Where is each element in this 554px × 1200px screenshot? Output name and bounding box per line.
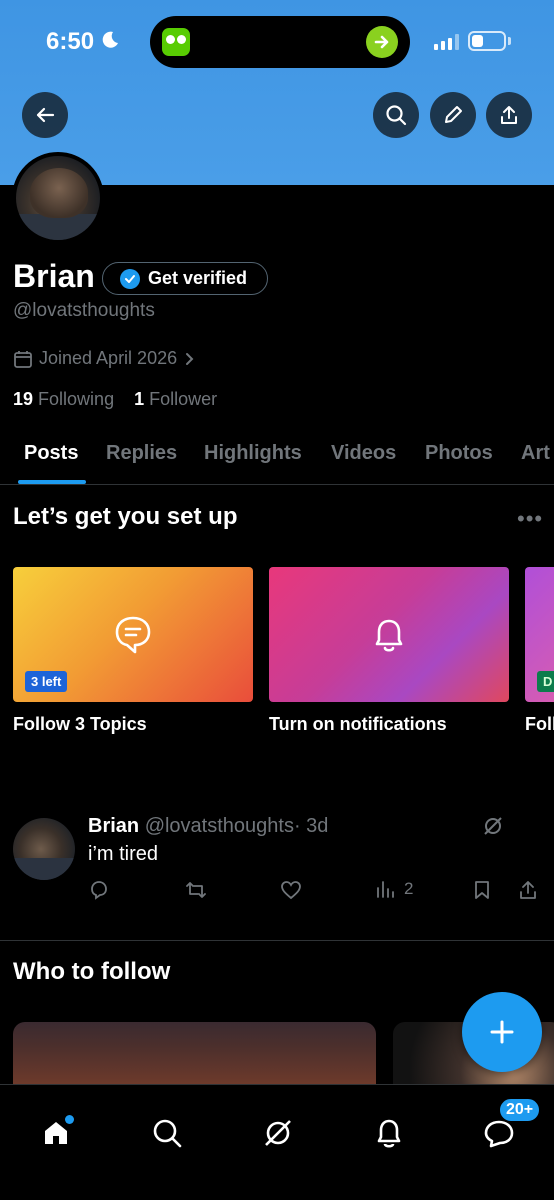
compose-button[interactable] (462, 992, 542, 1072)
followers-count: 1 (134, 389, 145, 409)
grok-icon (265, 1120, 291, 1146)
third-card-badge: D (537, 671, 554, 692)
views-count: 2 (404, 879, 414, 898)
views-bars-icon (377, 881, 394, 898)
repost-button[interactable] (184, 879, 208, 901)
tweet-text: i’m tired (88, 843, 159, 865)
heart-icon (281, 881, 301, 900)
tab-photos[interactable]: Photos (425, 442, 493, 465)
share-icon (501, 106, 517, 124)
repost-icon (186, 882, 206, 898)
third-setup-card[interactable]: D (525, 567, 554, 702)
follow-stats: 19 Following 1 Follower (13, 389, 217, 410)
pencil-icon (445, 106, 462, 123)
get-verified-button[interactable]: Get verified (102, 262, 268, 295)
profile-handle: @lovatsthoughts (13, 300, 155, 321)
chevron-right-icon (186, 352, 194, 365)
tweet-author-name[interactable]: Brian (88, 815, 139, 837)
followers-link[interactable]: 1 Follower (134, 389, 217, 409)
joined-date[interactable]: Joined April 2026 (13, 348, 197, 369)
joined-label: Joined April 2026 (39, 348, 178, 368)
views-button[interactable]: 2 (376, 879, 413, 899)
profile-tabs: Posts Replies Highlights Videos Photos A… (0, 430, 554, 485)
tweet-share-button[interactable] (517, 879, 539, 901)
section-divider (0, 940, 554, 941)
dynamic-island (150, 16, 410, 68)
follow-topics-card[interactable]: 3 left (13, 567, 253, 702)
signal-icon (434, 34, 459, 50)
battery-tip (508, 37, 511, 45)
who-to-follow-title: Who to follow (13, 958, 171, 985)
get-verified-label: Get verified (148, 268, 248, 288)
verified-badge-icon (120, 268, 140, 289)
status-time: 6:50 (46, 28, 95, 55)
reply-icon (91, 881, 107, 900)
tab-posts[interactable]: Posts (24, 442, 78, 465)
following-label: Following (38, 389, 115, 409)
search-icon (153, 1119, 182, 1148)
search-button[interactable] (373, 92, 419, 138)
follow-topics-label: Follow 3 Topics (13, 714, 147, 734)
bookmark-button[interactable] (472, 879, 492, 901)
tab-videos[interactable]: Videos (331, 442, 396, 465)
share-icon (520, 881, 536, 899)
tweet-time: · 3d (293, 815, 329, 837)
duolingo-icon (162, 28, 190, 56)
suggested-account-card[interactable] (13, 1022, 376, 1084)
battery-icon (468, 31, 506, 51)
setup-title: Let’s get you set up (13, 503, 238, 530)
edit-button[interactable] (430, 92, 476, 138)
following-count: 19 (13, 389, 34, 409)
search-icon (386, 105, 407, 126)
grok-icon[interactable] (482, 815, 504, 837)
tab-articles[interactable]: Art (521, 442, 550, 465)
topics-left-badge: 3 left (25, 671, 68, 692)
arrow-left-icon (36, 107, 55, 123)
tweet-author-handle: @lovatsthoughts (144, 815, 294, 837)
nav-search[interactable] (147, 1113, 187, 1153)
tweet-avatar[interactable] (13, 818, 75, 880)
tab-replies[interactable]: Replies (106, 442, 177, 465)
third-card-label: Foll (525, 714, 554, 734)
back-button[interactable] (22, 92, 68, 138)
reply-button[interactable] (88, 879, 110, 901)
calendar-icon (14, 350, 32, 368)
share-button[interactable] (486, 92, 532, 138)
messages-badge: 20+ (498, 1097, 542, 1123)
moon-icon (102, 31, 118, 48)
nav-home[interactable] (36, 1113, 76, 1153)
arrow-right-icon[interactable] (366, 26, 398, 58)
profile-name: Brian (13, 258, 95, 294)
notifications-label: Turn on notifications (269, 714, 447, 734)
like-button[interactable] (280, 879, 302, 901)
chat-bubble-icon (115, 616, 151, 653)
tab-highlights[interactable]: Highlights (204, 442, 302, 465)
bookmark-icon (475, 881, 489, 899)
home-unread-dot (65, 1115, 74, 1124)
profile-avatar[interactable] (12, 152, 104, 244)
notifications-card[interactable] (269, 567, 509, 702)
following-link[interactable]: 19 Following (13, 389, 114, 409)
bottom-navigation: 20+ (0, 1084, 554, 1200)
followers-label: Follower (149, 389, 218, 409)
bell-icon (375, 619, 403, 652)
active-tab-indicator (18, 480, 86, 484)
tweet-header: Brian @lovatsthoughts· 3d (88, 815, 328, 838)
nav-notifications[interactable] (369, 1113, 409, 1153)
bell-icon (377, 1119, 401, 1148)
more-options-icon[interactable]: ••• (517, 506, 543, 532)
nav-grok[interactable] (258, 1113, 298, 1153)
battery-level (472, 35, 483, 47)
plus-icon (490, 1020, 514, 1044)
